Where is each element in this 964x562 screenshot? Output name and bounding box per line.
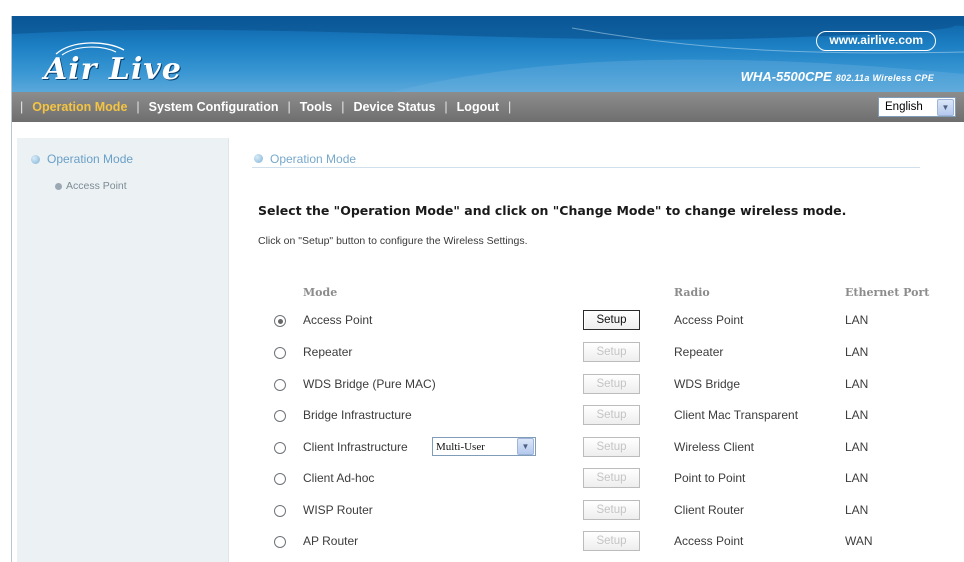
- setup-button-access-point[interactable]: Setup: [583, 310, 640, 330]
- main-navigation: | Operation Mode | System Configuration …: [12, 92, 964, 122]
- model-description: 802.11a Wireless CPE: [835, 73, 934, 83]
- section-title: Operation Mode: [252, 150, 920, 168]
- mode-radio-ap-router[interactable]: [274, 536, 286, 548]
- mode-label: Client Ad-hoc: [303, 471, 375, 485]
- sidebar-bullet-icon: [31, 154, 40, 164]
- setup-button-client-adhoc[interactable]: Setup: [583, 468, 640, 488]
- dropdown-arrow-icon[interactable]: ▼: [517, 438, 534, 455]
- nav-separator: |: [287, 100, 291, 114]
- nav-system-configuration[interactable]: System Configuration: [149, 100, 279, 114]
- ethernet-port-value: LAN: [845, 471, 869, 485]
- mode-label: AP Router: [303, 534, 359, 548]
- mode-radio-client-infrastructure[interactable]: [274, 442, 286, 454]
- radio-value: WDS Bridge: [674, 377, 741, 391]
- setup-button-bridge-infrastructure[interactable]: Setup: [583, 405, 640, 425]
- mode-row-access-point: Access Point Setup Access Point LAN: [0, 309, 964, 333]
- mode-label: Repeater: [303, 345, 353, 359]
- radio-value: Wireless Client: [674, 440, 755, 454]
- mode-radio-access-point[interactable]: [274, 315, 286, 327]
- mode-label: Client Infrastructure: [303, 440, 408, 454]
- nav-separator: |: [508, 100, 512, 114]
- mode-radio-repeater[interactable]: [274, 347, 286, 359]
- language-select[interactable]: English ▼: [878, 97, 956, 117]
- ethernet-port-value: WAN: [845, 534, 873, 548]
- sidebar-item-bullet-icon: [55, 182, 62, 190]
- mode-label: WDS Bridge (Pure MAC): [303, 377, 436, 391]
- nav-separator: |: [20, 100, 24, 114]
- nav-logout[interactable]: Logout: [457, 100, 499, 114]
- section-title-label: Operation Mode: [270, 151, 357, 166]
- nav-separator: |: [136, 100, 140, 114]
- mode-radio-bridge-infrastructure[interactable]: [274, 410, 286, 422]
- nav-device-status[interactable]: Device Status: [353, 100, 435, 114]
- mode-radio-wisp-router[interactable]: [274, 505, 286, 517]
- section-bullet-icon: [254, 154, 263, 163]
- radio-value: Client Mac Transparent: [674, 408, 799, 422]
- radio-value: Client Router: [674, 503, 745, 517]
- setup-button-wisp-router[interactable]: Setup: [583, 500, 640, 520]
- ethernet-port-value: LAN: [845, 503, 869, 517]
- ethernet-port-value: LAN: [845, 408, 869, 422]
- ethernet-port-value: LAN: [845, 345, 869, 359]
- language-select-value: English: [885, 101, 923, 113]
- radio-value: Repeater: [674, 345, 724, 359]
- mode-row-wds-bridge: WDS Bridge (Pure MAC) Setup WDS Bridge L…: [0, 373, 964, 397]
- mode-row-ap-router: AP Router Setup Access Point WAN: [0, 530, 964, 554]
- setup-button-client-infrastructure[interactable]: Setup: [583, 437, 640, 457]
- airlive-logo: Air Live: [44, 52, 182, 87]
- model-number: WHA-5500CPE: [740, 69, 832, 84]
- browser-top-strip: [0, 0, 964, 16]
- column-header-mode: Mode: [303, 286, 338, 299]
- sidebar-item-label: Access Point: [66, 180, 127, 192]
- ethernet-port-value: LAN: [845, 377, 869, 391]
- setup-button-wds-bridge[interactable]: Setup: [583, 374, 640, 394]
- mode-row-bridge-infrastructure: Bridge Infrastructure Setup Client Mac T…: [0, 404, 964, 428]
- client-infrastructure-select[interactable]: Multi-User ▼: [432, 437, 536, 456]
- ethernet-port-value: LAN: [845, 440, 869, 454]
- website-url-badge: www.airlive.com: [816, 31, 936, 51]
- sub-instruction-text: Click on "Setup" button to configure the…: [258, 235, 528, 247]
- column-header-radio: Radio: [674, 286, 710, 299]
- client-infrastructure-select-value: Multi-User: [436, 440, 485, 453]
- ethernet-port-value: LAN: [845, 313, 869, 327]
- mode-label: Access Point: [303, 313, 373, 327]
- mode-label: Bridge Infrastructure: [303, 408, 412, 422]
- nav-separator: |: [444, 100, 448, 114]
- dropdown-arrow-icon[interactable]: ▼: [937, 98, 954, 116]
- setup-button-ap-router[interactable]: Setup: [583, 531, 640, 551]
- instruction-text: Select the "Operation Mode" and click on…: [258, 203, 847, 218]
- model-name: WHA-5500CPE 802.11a Wireless CPE: [741, 69, 934, 84]
- radio-value: Access Point: [674, 313, 744, 327]
- setup-button-repeater[interactable]: Setup: [583, 342, 640, 362]
- mode-radio-client-adhoc[interactable]: [274, 473, 286, 485]
- sidebar-heading[interactable]: Operation Mode: [31, 152, 133, 166]
- mode-label: WISP Router: [303, 503, 373, 517]
- header-banner: Air Live www.airlive.com WHA-5500CPE 802.…: [12, 16, 964, 92]
- mode-radio-wds-bridge[interactable]: [274, 379, 286, 391]
- mode-row-wisp-router: WISP Router Setup Client Router LAN: [0, 499, 964, 523]
- radio-value: Access Point: [674, 534, 744, 548]
- mode-row-client-adhoc: Client Ad-hoc Setup Point to Point LAN: [0, 467, 964, 491]
- nav-tools[interactable]: Tools: [300, 100, 332, 114]
- column-header-ethernet-port: Ethernet Port: [845, 286, 930, 299]
- nav-separator: |: [341, 100, 345, 114]
- sidebar-heading-label: Operation Mode: [47, 152, 134, 166]
- nav-operation-mode[interactable]: Operation Mode: [32, 100, 127, 114]
- radio-value: Point to Point: [674, 471, 746, 485]
- sidebar-item-access-point[interactable]: Access Point: [55, 180, 127, 192]
- mode-row-repeater: Repeater Setup Repeater LAN: [0, 341, 964, 365]
- mode-row-client-infrastructure: Client Infrastructure Multi-User ▼ Setup…: [0, 436, 964, 460]
